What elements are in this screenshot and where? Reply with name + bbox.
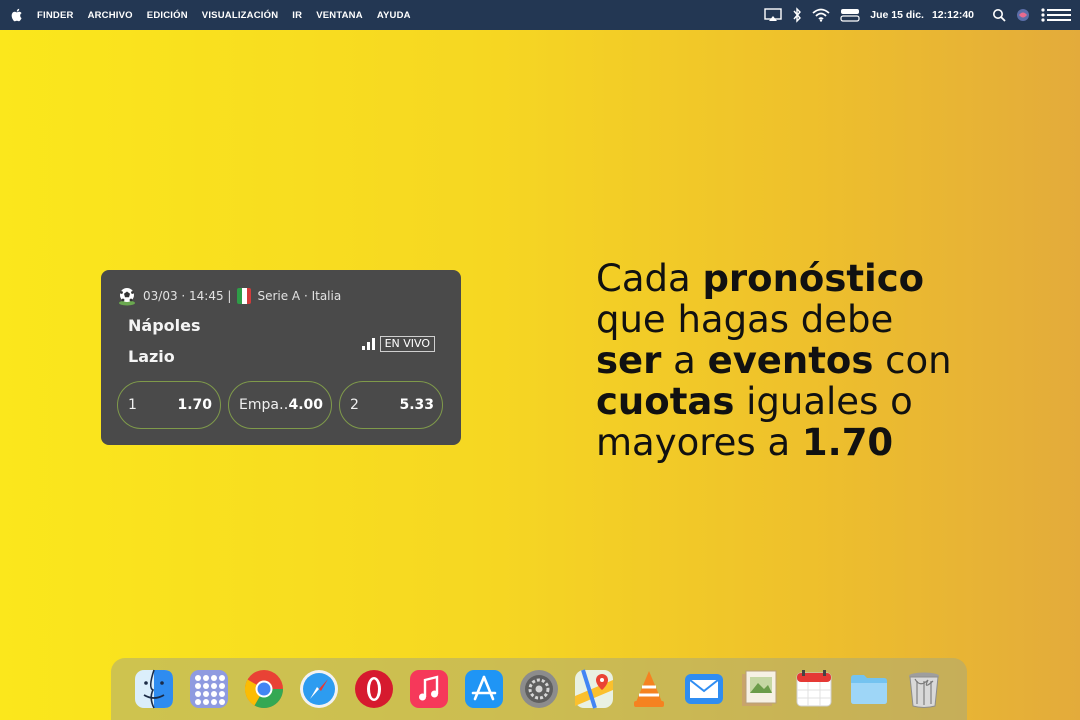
- wifi-icon[interactable]: [812, 8, 830, 22]
- spotlight-icon[interactable]: [992, 8, 1006, 22]
- odd-button-home[interactable]: 1 1.70: [117, 381, 221, 429]
- away-team: Lazio: [128, 347, 175, 366]
- promo-word-bold: cuotas: [596, 380, 735, 423]
- screen-mirroring-icon[interactable]: [764, 8, 782, 22]
- menu-ventana[interactable]: VENTANA: [316, 10, 363, 21]
- menu-ayuda[interactable]: AYUDA: [377, 10, 411, 21]
- odd-value: 1.70: [177, 397, 212, 413]
- promo-word: con: [885, 339, 952, 382]
- live-indicator: EN VIVO: [361, 336, 435, 352]
- odd-label: 2: [350, 397, 359, 413]
- odd-label: Empa…: [239, 397, 289, 413]
- odd-value: 4.00: [288, 397, 323, 413]
- odd-button-draw[interactable]: Empa… 4.00: [228, 381, 332, 429]
- menu-visualizacion[interactable]: VISUALIZACIÓN: [202, 10, 279, 21]
- finder-icon[interactable]: [133, 668, 175, 710]
- notification-center-icon[interactable]: [1040, 7, 1072, 23]
- menu-clock[interactable]: Jue 15 dic. 12:12:40: [870, 9, 982, 21]
- live-badge: EN VIVO: [379, 336, 435, 352]
- system-preferences-icon[interactable]: [518, 668, 560, 710]
- soccer-ball-icon: [119, 288, 135, 306]
- promo-word-bold: pronóstico: [702, 257, 925, 300]
- calendar-icon[interactable]: [793, 668, 835, 710]
- italy-flag-icon: [237, 288, 252, 304]
- match-header: 03/03 · 14:45 | Serie A · Italia: [117, 286, 341, 306]
- signal-bars-icon: [361, 338, 375, 350]
- promo-word: mayores a: [596, 421, 791, 464]
- odd-value: 5.33: [399, 397, 434, 413]
- menu-time: 12:12:40: [931, 9, 974, 21]
- match-league: Serie A · Italia: [257, 289, 342, 303]
- maps-icon[interactable]: [573, 668, 615, 710]
- chrome-icon[interactable]: [243, 668, 285, 710]
- status-area: Jue 15 dic. 12:12:40: [764, 0, 1072, 30]
- match-card[interactable]: 03/03 · 14:45 | Serie A · Italia Nápoles…: [101, 270, 461, 445]
- launchpad-icon[interactable]: [188, 668, 230, 710]
- menu-edicion[interactable]: EDICIÓN: [147, 10, 188, 21]
- siri-icon[interactable]: [1016, 8, 1030, 22]
- dock: [111, 658, 967, 720]
- preview-icon[interactable]: [738, 668, 780, 710]
- home-team: Nápoles: [128, 316, 201, 335]
- promo-text: Cada pronóstico que hagas debe ser a eve…: [596, 258, 1036, 463]
- control-center-icon[interactable]: [840, 8, 860, 22]
- vlc-icon[interactable]: [628, 668, 670, 710]
- opera-icon[interactable]: [353, 668, 395, 710]
- promo-word: a: [673, 339, 696, 382]
- mail-icon[interactable]: [683, 668, 725, 710]
- bluetooth-icon[interactable]: [792, 7, 802, 23]
- promo-word: que hagas debe: [596, 298, 894, 341]
- menu-bar: FINDER ARCHIVO EDICIÓN VISUALIZACIÓN IR …: [0, 0, 1080, 30]
- odd-button-away[interactable]: 2 5.33: [339, 381, 443, 429]
- match-date-time: 03/03 · 14:45 |: [143, 289, 232, 303]
- menu-ir[interactable]: IR: [292, 10, 302, 21]
- odd-label: 1: [128, 397, 137, 413]
- odds-row: 1 1.70 Empa… 4.00 2 5.33: [117, 381, 443, 429]
- folder-icon[interactable]: [848, 668, 890, 710]
- menu-date: Jue 15 dic.: [870, 9, 924, 21]
- apple-menu-icon[interactable]: [9, 7, 25, 23]
- trash-icon[interactable]: [903, 668, 945, 710]
- app-store-icon[interactable]: [463, 668, 505, 710]
- promo-word: iguales o: [746, 380, 913, 423]
- promo-word-bold: eventos: [707, 339, 874, 382]
- promo-word: Cada: [596, 257, 691, 300]
- promo-word-bold: 1.70: [801, 421, 894, 464]
- promo-word-bold: ser: [596, 339, 662, 382]
- menu-finder[interactable]: FINDER: [37, 10, 74, 21]
- safari-icon[interactable]: [298, 668, 340, 710]
- music-icon[interactable]: [408, 668, 450, 710]
- menu-archivo[interactable]: ARCHIVO: [88, 10, 133, 21]
